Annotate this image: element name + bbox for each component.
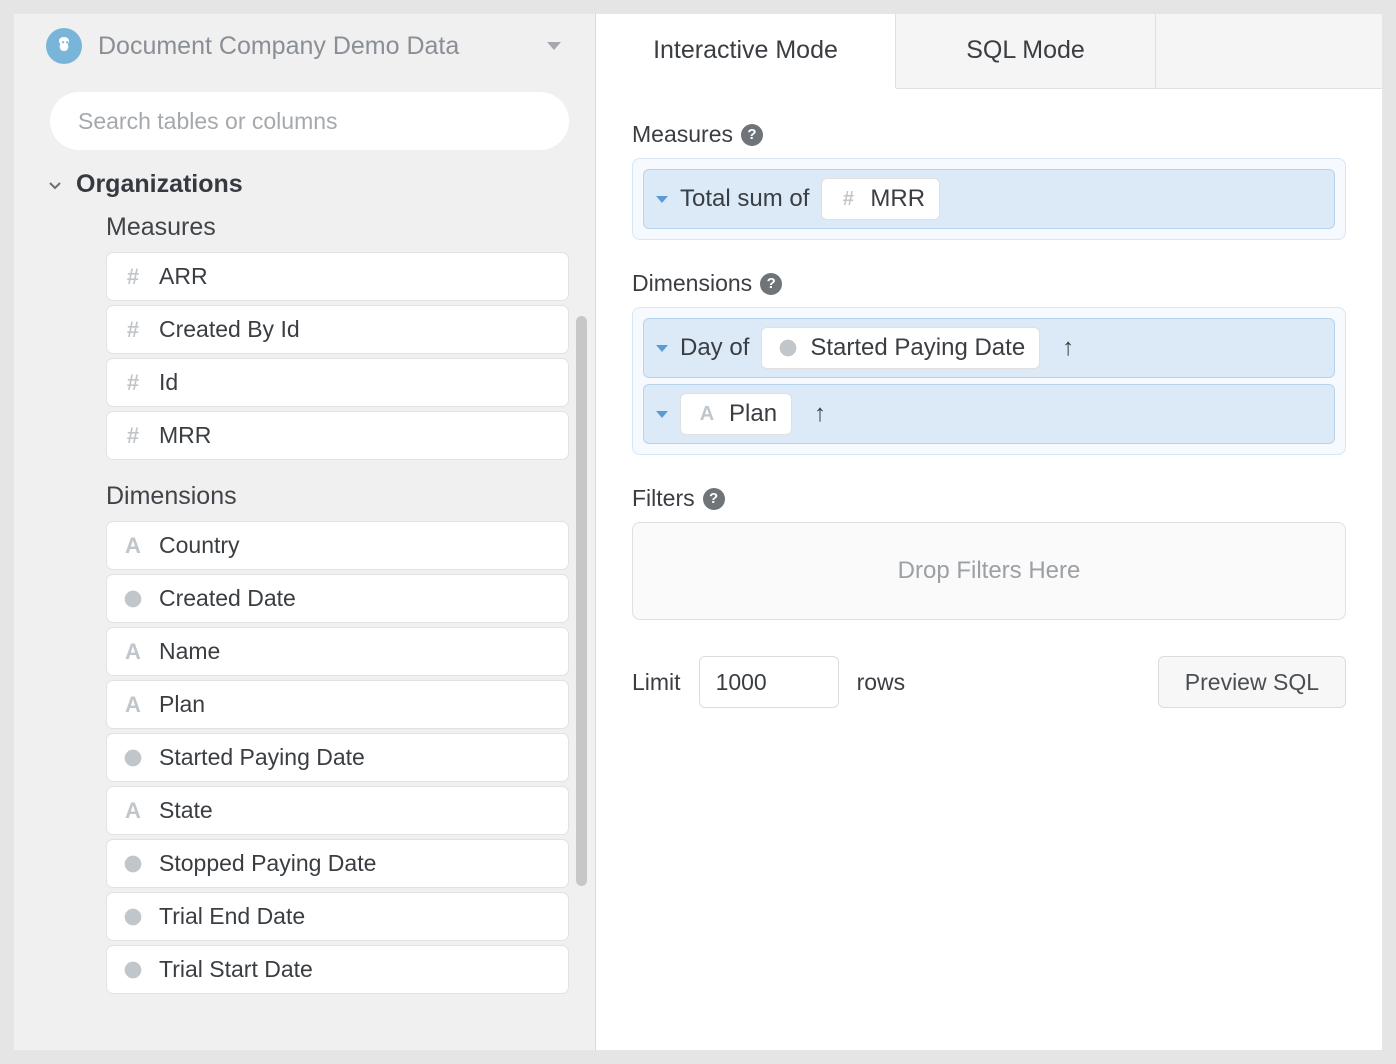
field-label: Id (159, 369, 178, 396)
field-label: MRR (159, 422, 211, 449)
field-item[interactable]: Created Date (106, 574, 569, 623)
chevron-down-icon (48, 178, 62, 192)
help-icon[interactable]: ? (741, 124, 763, 146)
field-item[interactable]: # Created By Id (106, 305, 569, 354)
number-icon: # (121, 265, 145, 289)
field-label: State (159, 797, 213, 824)
search-input[interactable] (50, 92, 569, 150)
query-chip[interactable]: Total sum of # MRR (643, 169, 1335, 229)
limit-input[interactable] (699, 656, 839, 708)
chevron-down-icon[interactable] (656, 411, 668, 418)
text-icon: A (121, 534, 145, 558)
chip-field-label: MRR (870, 185, 925, 213)
preview-sql-button[interactable]: Preview SQL (1158, 656, 1346, 708)
query-chip[interactable]: Day of Started Paying Date ↑ (643, 318, 1335, 378)
chip-field[interactable]: # MRR (821, 178, 940, 220)
rows-label: rows (857, 669, 906, 696)
chip-field-label: Started Paying Date (810, 334, 1025, 362)
field-label: Stopped Paying Date (159, 850, 376, 877)
field-label: Name (159, 638, 220, 665)
clock-icon (776, 336, 800, 360)
measures-dropzone[interactable]: Total sum of # MRR (632, 158, 1346, 240)
field-item[interactable]: A Plan (106, 680, 569, 729)
clock-icon (121, 746, 145, 770)
number-icon: # (121, 371, 145, 395)
field-label: Trial Start Date (159, 956, 313, 983)
number-icon: # (836, 187, 860, 211)
filters-label: Filters (632, 485, 695, 512)
field-item[interactable]: # ARR (106, 252, 569, 301)
table-name: Organizations (76, 170, 243, 199)
chip-field[interactable]: Started Paying Date (761, 327, 1040, 369)
measures-section-label: Measures (74, 205, 569, 252)
field-item[interactable]: A Country (106, 521, 569, 570)
tab-interactive-mode[interactable]: Interactive Mode (596, 14, 896, 89)
field-item[interactable]: Trial Start Date (106, 945, 569, 994)
filters-dropzone[interactable]: Drop Filters Here (632, 522, 1346, 620)
chevron-down-icon[interactable] (656, 345, 668, 352)
tab-sql-mode[interactable]: SQL Mode (896, 14, 1156, 88)
field-item[interactable]: Stopped Paying Date (106, 839, 569, 888)
datasource-name: Document Company Demo Data (98, 32, 531, 61)
sidebar: Document Company Demo Data Organizations… (14, 14, 596, 1050)
field-label: ARR (159, 263, 208, 290)
text-icon: A (121, 799, 145, 823)
schema-tree: Organizations Measures # ARR # Created By I… (14, 164, 595, 1050)
help-icon[interactable]: ? (760, 273, 782, 295)
table-toggle-organizations[interactable]: Organizations (48, 164, 569, 205)
mode-tabs: Interactive Mode SQL Mode (596, 14, 1382, 89)
text-icon: A (695, 402, 719, 426)
sort-asc-icon[interactable]: ↑ (1062, 334, 1074, 362)
field-label: Plan (159, 691, 205, 718)
field-label: Created Date (159, 585, 296, 612)
aggregation-label: Day of (680, 334, 749, 362)
query-chip[interactable]: A Plan ↑ (643, 384, 1335, 444)
chip-field-label: Plan (729, 400, 777, 428)
field-label: Country (159, 532, 240, 559)
number-icon: # (121, 318, 145, 342)
clock-icon (121, 852, 145, 876)
field-label: Created By Id (159, 316, 300, 343)
field-label: Started Paying Date (159, 744, 365, 771)
postgres-icon (46, 28, 82, 64)
clock-icon (121, 958, 145, 982)
field-item[interactable]: # MRR (106, 411, 569, 460)
chip-field[interactable]: A Plan (680, 393, 792, 435)
scrollbar-thumb[interactable] (576, 316, 587, 886)
datasource-selector[interactable]: Document Company Demo Data (14, 14, 595, 78)
field-item[interactable]: A State (106, 786, 569, 835)
aggregation-label: Total sum of (680, 185, 809, 213)
chevron-down-icon[interactable] (656, 196, 668, 203)
field-item[interactable]: Started Paying Date (106, 733, 569, 782)
text-icon: A (121, 693, 145, 717)
help-icon[interactable]: ? (703, 488, 725, 510)
clock-icon (121, 905, 145, 929)
dimensions-label: Dimensions (632, 270, 752, 297)
field-label: Trial End Date (159, 903, 305, 930)
chevron-down-icon (547, 42, 561, 50)
text-icon: A (121, 640, 145, 664)
field-item[interactable]: Trial End Date (106, 892, 569, 941)
measures-label: Measures (632, 121, 733, 148)
clock-icon (121, 587, 145, 611)
number-icon: # (121, 424, 145, 448)
field-item[interactable]: A Name (106, 627, 569, 676)
filters-placeholder: Drop Filters Here (898, 557, 1081, 585)
limit-label: Limit (632, 669, 681, 696)
field-item[interactable]: # Id (106, 358, 569, 407)
main-panel: Interactive Mode SQL Mode Measures ? Tot… (596, 14, 1382, 1050)
dimensions-dropzone[interactable]: Day of Started Paying Date ↑ A Plan ↑ (632, 307, 1346, 455)
dimensions-section-label: Dimensions (74, 474, 569, 521)
sort-asc-icon[interactable]: ↑ (814, 400, 826, 428)
